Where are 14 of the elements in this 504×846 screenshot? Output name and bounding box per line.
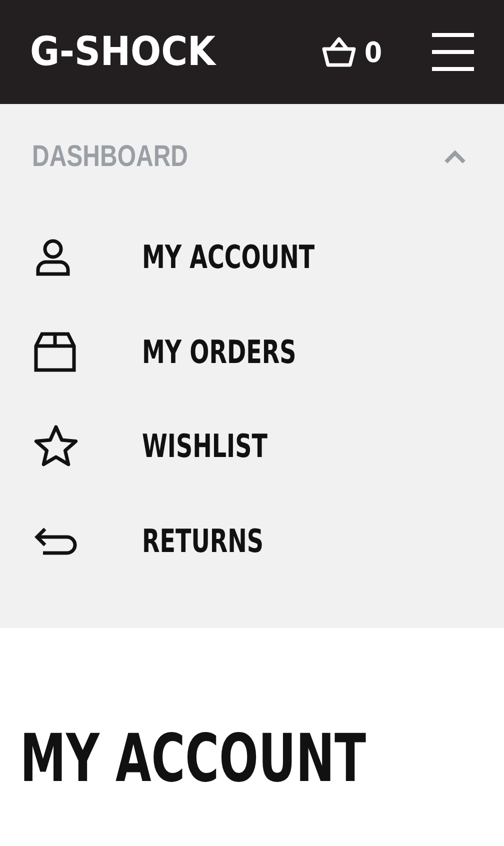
dashboard-label: DASHBOARD xyxy=(32,140,188,174)
page-title: MY ACCOUNT xyxy=(20,726,366,792)
menu-item[interactable]: WISHLIST xyxy=(0,399,504,494)
menu-item[interactable]: RETURNS xyxy=(0,494,504,588)
basket-icon xyxy=(322,37,356,67)
menu-button[interactable] xyxy=(432,33,474,71)
star-icon xyxy=(33,424,79,468)
box-icon xyxy=(33,330,77,374)
menu-item[interactable]: MY ACCOUNT xyxy=(0,210,504,304)
menu-item[interactable]: MY ORDERS xyxy=(0,304,504,399)
cart-button[interactable]: 0 xyxy=(322,36,382,68)
chevron-up-icon xyxy=(444,150,466,164)
logo[interactable]: G-SHOCK xyxy=(30,32,322,72)
menu-icon xyxy=(432,33,474,71)
